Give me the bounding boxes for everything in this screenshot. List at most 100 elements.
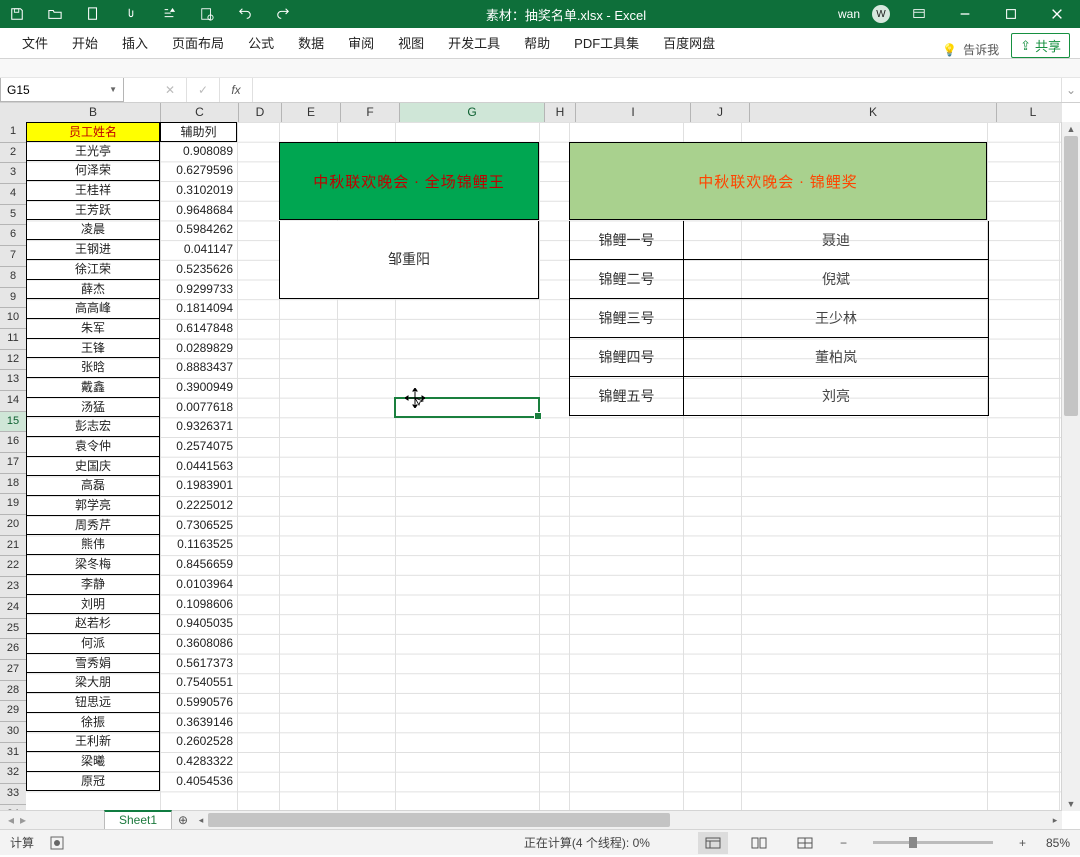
prize-label[interactable]: 锦鲤五号 bbox=[570, 377, 684, 415]
helper-cell[interactable]: 0.5235626 bbox=[160, 260, 237, 280]
helper-cell[interactable]: 0.6279596 bbox=[160, 161, 237, 181]
name-cell[interactable]: 熊伟 bbox=[26, 535, 160, 555]
row-header[interactable]: 30 bbox=[0, 722, 26, 743]
row-header[interactable]: 21 bbox=[0, 536, 26, 557]
helper-cell[interactable]: 0.0077618 bbox=[160, 398, 237, 418]
helper-cell[interactable]: 0.6147848 bbox=[160, 319, 237, 339]
scroll-thumb-horizontal[interactable] bbox=[208, 813, 670, 827]
vertical-scrollbar[interactable]: ▲ ▼ bbox=[1061, 122, 1080, 811]
column-header[interactable]: K bbox=[750, 103, 997, 122]
column-headers[interactable]: BCDEFGHIJKL bbox=[26, 103, 1062, 123]
name-cell[interactable]: 梁大朋 bbox=[26, 673, 160, 693]
account-avatar[interactable]: W bbox=[872, 5, 890, 23]
view-pagebreak-icon[interactable] bbox=[790, 832, 820, 854]
cells-area[interactable]: 员工姓名王光亭何泽荣王桂祥王芳跃凌晨王钢进徐江荣薛杰高高峰朱军王锋张晗戴鑫汤猛彭… bbox=[26, 122, 1062, 811]
row-header[interactable]: 9 bbox=[0, 288, 26, 309]
helper-cell[interactable]: 0.1983901 bbox=[160, 476, 237, 496]
prize-label[interactable]: 锦鲤三号 bbox=[570, 299, 684, 337]
helper-cell[interactable]: 0.9326371 bbox=[160, 417, 237, 437]
name-cell[interactable]: 刘明 bbox=[26, 595, 160, 615]
helper-cell[interactable]: 0.0441563 bbox=[160, 457, 237, 477]
tab-help[interactable]: 帮助 bbox=[512, 29, 562, 58]
prize-winner[interactable]: 董柏岚 bbox=[684, 338, 988, 376]
horizontal-scrollbar[interactable]: ◂ ▸ bbox=[194, 811, 1062, 829]
name-cell[interactable]: 王利新 bbox=[26, 732, 160, 752]
name-cell[interactable]: 戴鑫 bbox=[26, 378, 160, 398]
sheet-first-icon[interactable]: ◂ bbox=[8, 813, 14, 827]
name-cell[interactable]: 赵若杉 bbox=[26, 614, 160, 634]
row-header[interactable]: 12 bbox=[0, 350, 26, 371]
sheet-nav[interactable]: ◂ ▸ bbox=[0, 811, 104, 829]
helper-cell[interactable]: 0.8883437 bbox=[160, 358, 237, 378]
zoom-in-icon[interactable]: + bbox=[1015, 836, 1030, 850]
row-header[interactable]: 1 bbox=[0, 122, 26, 143]
view-normal-icon[interactable] bbox=[698, 832, 728, 854]
helper-cell[interactable]: 0.4283322 bbox=[160, 752, 237, 772]
row-header[interactable]: 32 bbox=[0, 763, 26, 784]
helper-cell[interactable]: 0.9299733 bbox=[160, 280, 237, 300]
row-header[interactable]: 2 bbox=[0, 143, 26, 164]
name-cell[interactable]: 凌晨 bbox=[26, 220, 160, 240]
tab-insert[interactable]: 插入 bbox=[110, 29, 160, 58]
prize-label[interactable]: 锦鲤四号 bbox=[570, 338, 684, 376]
tab-layout[interactable]: 页面布局 bbox=[160, 29, 236, 58]
name-box[interactable]: G15 ▼ bbox=[0, 78, 124, 102]
row-header[interactable]: 17 bbox=[0, 453, 26, 474]
tab-review[interactable]: 审阅 bbox=[336, 29, 386, 58]
tab-data[interactable]: 数据 bbox=[286, 29, 336, 58]
enter-icon[interactable]: ✓ bbox=[187, 78, 220, 102]
maximize-icon[interactable] bbox=[994, 0, 1028, 28]
name-cell[interactable]: 袁令仲 bbox=[26, 437, 160, 457]
name-cell[interactable]: 史国庆 bbox=[26, 457, 160, 477]
tab-developer[interactable]: 开发工具 bbox=[436, 29, 512, 58]
row-header[interactable]: 33 bbox=[0, 784, 26, 805]
column-header[interactable]: D bbox=[239, 103, 282, 122]
account-name[interactable]: wan bbox=[838, 7, 860, 21]
helper-cell[interactable]: 0.2574075 bbox=[160, 437, 237, 457]
scroll-right-icon[interactable]: ▸ bbox=[1048, 811, 1062, 829]
prize-winner[interactable]: 聂迪 bbox=[684, 221, 988, 259]
prize-winner[interactable]: 王少林 bbox=[684, 299, 988, 337]
helper-cell[interactable]: 0.5990576 bbox=[160, 693, 237, 713]
row-header[interactable]: 31 bbox=[0, 743, 26, 764]
name-cell[interactable]: 徐江荣 bbox=[26, 260, 160, 280]
name-cell[interactable]: 高磊 bbox=[26, 476, 160, 496]
name-cell[interactable]: 张晗 bbox=[26, 358, 160, 378]
sort-icon[interactable] bbox=[158, 0, 180, 28]
macro-record-icon[interactable] bbox=[50, 836, 64, 850]
touch-icon[interactable] bbox=[120, 0, 142, 28]
helper-cell[interactable]: 0.9405035 bbox=[160, 614, 237, 634]
helper-cell[interactable]: 0.0289829 bbox=[160, 339, 237, 359]
row-header[interactable]: 25 bbox=[0, 619, 26, 640]
name-cell[interactable]: 钮思远 bbox=[26, 693, 160, 713]
cancel-icon[interactable]: ✕ bbox=[154, 78, 187, 102]
row-header[interactable]: 8 bbox=[0, 267, 26, 288]
tab-file[interactable]: 文件 bbox=[10, 29, 60, 58]
name-cell[interactable]: 周秀芹 bbox=[26, 516, 160, 536]
helper-cell[interactable]: 0.3102019 bbox=[160, 181, 237, 201]
tell-me-search[interactable]: 💡 告诉我 bbox=[942, 41, 999, 58]
row-header[interactable]: 29 bbox=[0, 701, 26, 722]
prize-winner[interactable]: 刘亮 bbox=[684, 377, 988, 415]
row-header[interactable]: 13 bbox=[0, 370, 26, 391]
view-pagelayout-icon[interactable] bbox=[744, 832, 774, 854]
minimize-icon[interactable] bbox=[948, 0, 982, 28]
header-cell-name[interactable]: 员工姓名 bbox=[26, 122, 160, 142]
helper-cell[interactable]: 0.3900949 bbox=[160, 378, 237, 398]
row-header[interactable]: 23 bbox=[0, 577, 26, 598]
name-cell[interactable]: 雪秀娟 bbox=[26, 654, 160, 674]
add-sheet-icon[interactable]: ⊕ bbox=[172, 811, 194, 829]
name-cell[interactable]: 王钢进 bbox=[26, 240, 160, 260]
name-cell[interactable]: 何派 bbox=[26, 634, 160, 654]
row-header[interactable]: 22 bbox=[0, 556, 26, 577]
name-cell[interactable]: 彭志宏 bbox=[26, 417, 160, 437]
column-header[interactable]: H bbox=[545, 103, 576, 122]
row-header[interactable]: 7 bbox=[0, 246, 26, 267]
helper-cell[interactable]: 0.7540551 bbox=[160, 673, 237, 693]
column-header[interactable]: C bbox=[161, 103, 239, 122]
row-header[interactable]: 15 bbox=[0, 412, 26, 433]
sheet-last-icon[interactable]: ▸ bbox=[20, 813, 26, 827]
close-icon[interactable] bbox=[1040, 0, 1074, 28]
name-cell[interactable]: 王桂祥 bbox=[26, 181, 160, 201]
column-header[interactable]: L bbox=[997, 103, 1062, 122]
